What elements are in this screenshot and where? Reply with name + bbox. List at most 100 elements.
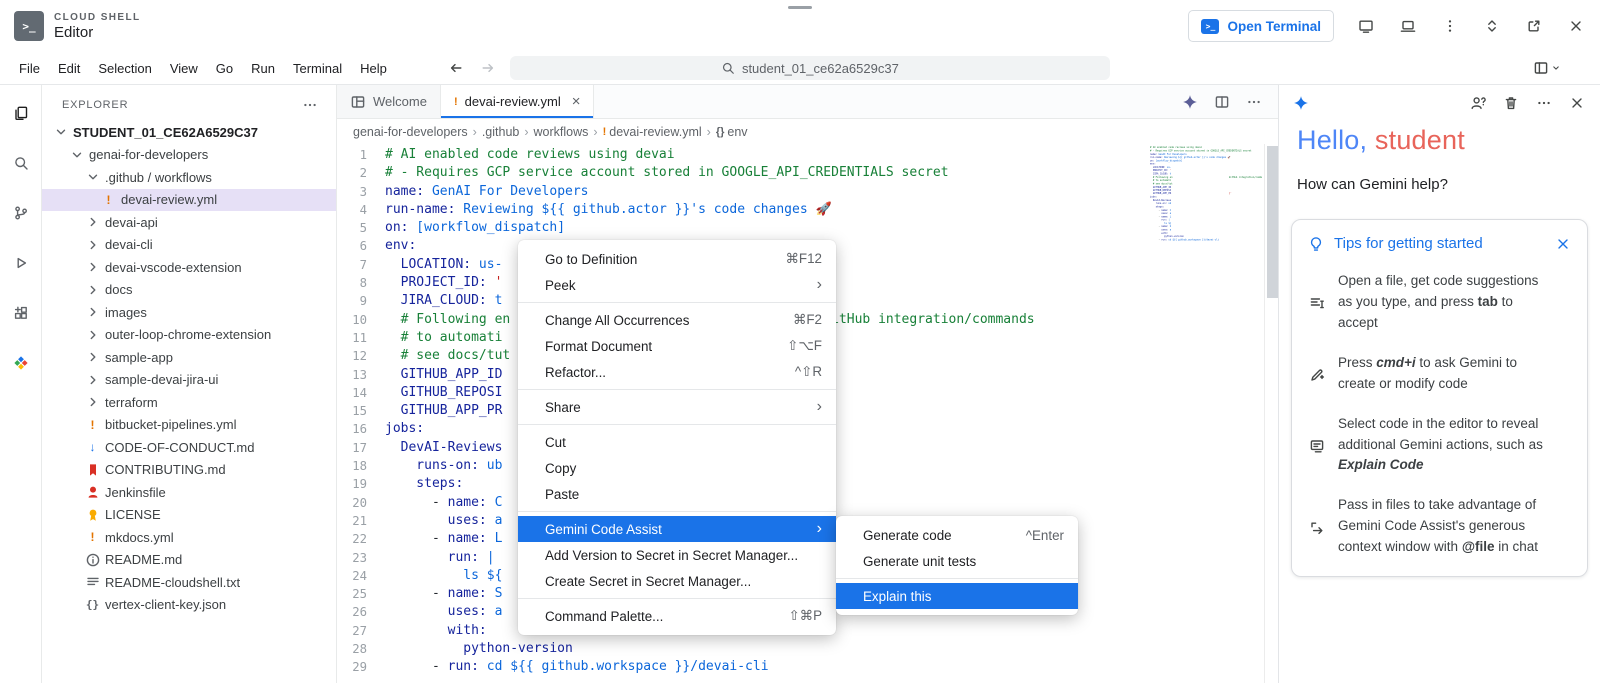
activity-search-icon[interactable] bbox=[9, 151, 33, 175]
tree-item-label: STUDENT_01_CE62A6529C37 bbox=[73, 125, 258, 140]
tree-file-readme-cloudshell-txt[interactable]: README-cloudshell.txt bbox=[42, 571, 336, 594]
context-item-create-secret-in-secret-manager[interactable]: Create Secret in Secret Manager... bbox=[518, 568, 836, 594]
tree-folder-devai-api[interactable]: devai-api bbox=[42, 211, 336, 234]
context-item-paste[interactable]: Paste bbox=[518, 481, 836, 507]
breadcrumb-item-devai-review-yml[interactable]: !devai-review.yml bbox=[603, 125, 702, 139]
header-icon-group bbox=[1356, 16, 1586, 36]
tree-folder-student-01-ce62a6529c37[interactable]: STUDENT_01_CE62A6529C37 bbox=[42, 121, 336, 144]
tab-devai-review-yml[interactable]: !devai-review.yml× bbox=[441, 85, 595, 118]
close-icon[interactable] bbox=[1566, 16, 1586, 36]
tree-file-mkdocs-yml[interactable]: !mkdocs.yml bbox=[42, 526, 336, 549]
feedback-icon[interactable] bbox=[1469, 94, 1487, 112]
tree-file-code-of-conduct-md[interactable]: ↓CODE-OF-CONDUCT.md bbox=[42, 436, 336, 459]
context-item-label: Add Version to Secret in Secret Manager.… bbox=[545, 548, 822, 563]
context-item-peek[interactable]: Peek› bbox=[518, 272, 836, 298]
layout-control[interactable] bbox=[1533, 60, 1590, 76]
breadcrumb-item-env[interactable]: {}env bbox=[716, 125, 748, 139]
resize-icon[interactable] bbox=[1482, 16, 1502, 36]
context-item-explain-this[interactable]: Explain this bbox=[836, 583, 1078, 609]
tree-folder-images[interactable]: images bbox=[42, 301, 336, 324]
context-item-format-document[interactable]: Format Document⇧⌥F bbox=[518, 333, 836, 359]
tip-text: Select code in the editor to reveal addi… bbox=[1338, 414, 1551, 477]
activity-extensions-icon[interactable] bbox=[9, 301, 33, 325]
tree-folder-devai-cli[interactable]: devai-cli bbox=[42, 234, 336, 257]
forward-icon[interactable] bbox=[480, 60, 496, 76]
context-item-change-all-occurrences[interactable]: Change All Occurrences⌘F2 bbox=[518, 307, 836, 333]
context-item-shortcut: ⌘F12 bbox=[786, 251, 822, 267]
breadcrumb-item-github[interactable]: .github bbox=[482, 125, 520, 139]
context-item-cut[interactable]: Cut bbox=[518, 429, 836, 455]
scrollbar-thumb[interactable] bbox=[1267, 146, 1278, 298]
minimap[interactable]: # AI enabled code reviews using devai# -… bbox=[1150, 146, 1262, 683]
menu-help[interactable]: Help bbox=[351, 56, 396, 81]
open-terminal-label: Open Terminal bbox=[1227, 19, 1321, 34]
tree-folder-sample-app[interactable]: sample-app bbox=[42, 346, 336, 369]
tree-file-readme-md[interactable]: README.md bbox=[42, 549, 336, 572]
breadcrumb-item-genai-for-developers[interactable]: genai-for-developers bbox=[353, 125, 468, 139]
tree-folder-outer-loop-chrome-extension[interactable]: outer-loop-chrome-extension bbox=[42, 324, 336, 347]
tree-folder-sample-devai-jira-ui[interactable]: sample-devai-jira-ui bbox=[42, 369, 336, 392]
tree-folder-genai-for-developers[interactable]: genai-for-developers bbox=[42, 144, 336, 167]
chevron-right-icon bbox=[84, 349, 101, 365]
context-item-add-version-to-secret-in-secret-manager[interactable]: Add Version to Secret in Secret Manager.… bbox=[518, 542, 836, 568]
web-preview-icon[interactable] bbox=[1356, 16, 1376, 36]
tree-folder-github-workflows[interactable]: .github / workflows bbox=[42, 166, 336, 189]
more-options-icon[interactable] bbox=[1535, 94, 1553, 112]
split-editor-icon[interactable] bbox=[1214, 94, 1230, 110]
menu-file[interactable]: File bbox=[10, 56, 49, 81]
activity-gemini-icon[interactable] bbox=[9, 351, 33, 375]
tab-welcome[interactable]: Welcome bbox=[337, 85, 441, 118]
window-drag-handle[interactable] bbox=[788, 6, 812, 9]
back-icon[interactable] bbox=[448, 60, 464, 76]
code-text: - name: L bbox=[385, 530, 502, 548]
activity-source-control-icon[interactable] bbox=[9, 201, 33, 225]
gemini-sparkle-icon[interactable] bbox=[1182, 94, 1198, 110]
tree-file-bitbucket-pipelines-yml[interactable]: !bitbucket-pipelines.yml bbox=[42, 414, 336, 437]
vertical-scrollbar[interactable] bbox=[1264, 144, 1278, 683]
menu-run[interactable]: Run bbox=[242, 56, 284, 81]
context-item-command-palette[interactable]: Command Palette...⇧⌘P bbox=[518, 603, 836, 629]
tree-file-contributing-md[interactable]: CONTRIBUTING.md bbox=[42, 459, 336, 482]
tree-folder-devai-vscode-extension[interactable]: devai-vscode-extension bbox=[42, 256, 336, 279]
context-item-refactor[interactable]: Refactor...^⇧R bbox=[518, 359, 836, 385]
tree-folder-docs[interactable]: docs bbox=[42, 279, 336, 302]
menu-go[interactable]: Go bbox=[207, 56, 242, 81]
tree-file-license[interactable]: LICENSE bbox=[42, 504, 336, 527]
open-in-new-window-icon[interactable] bbox=[1524, 16, 1544, 36]
explorer-more-actions-icon[interactable] bbox=[302, 97, 318, 113]
breadcrumb-item-workflows[interactable]: workflows bbox=[534, 125, 589, 139]
menu-view[interactable]: View bbox=[161, 56, 207, 81]
code-text: - name: C bbox=[385, 494, 502, 512]
context-item-copy[interactable]: Copy bbox=[518, 455, 836, 481]
tree-folder-terraform[interactable]: terraform bbox=[42, 391, 336, 414]
close-tips-icon[interactable] bbox=[1555, 236, 1571, 252]
more-options-icon[interactable] bbox=[1440, 16, 1460, 36]
activity-explorer-icon[interactable] bbox=[9, 101, 33, 125]
line-number: 17 bbox=[337, 439, 385, 457]
tree-item-label: genai-for-developers bbox=[89, 147, 208, 162]
activity-run-debug-icon[interactable] bbox=[9, 251, 33, 275]
context-item-share[interactable]: Share› bbox=[518, 394, 836, 420]
tree-item-label: README.md bbox=[105, 552, 182, 567]
tab-label: devai-review.yml bbox=[465, 94, 561, 109]
open-terminal-button[interactable]: >_ Open Terminal bbox=[1188, 10, 1334, 42]
tree-file-vertex-client-key-json[interactable]: {}vertex-client-key.json bbox=[42, 594, 336, 617]
close-tab-icon[interactable]: × bbox=[572, 93, 581, 110]
context-item-generate-unit-tests[interactable]: Generate unit tests bbox=[836, 548, 1078, 574]
close-panel-icon[interactable] bbox=[1568, 94, 1586, 112]
tree-file-devai-review-yml[interactable]: !devai-review.yml bbox=[42, 189, 336, 212]
menu-terminal[interactable]: Terminal bbox=[284, 56, 351, 81]
tree-file-jenkinsfile[interactable]: Jenkinsfile bbox=[42, 481, 336, 504]
menu-edit[interactable]: Edit bbox=[49, 56, 89, 81]
context-item-gemini-code-assist[interactable]: Gemini Code Assist› bbox=[518, 516, 836, 542]
delete-chat-icon[interactable] bbox=[1502, 94, 1520, 112]
context-item-shortcut: ⌘F2 bbox=[793, 312, 822, 328]
editor-more-actions-icon[interactable] bbox=[1246, 94, 1262, 110]
search-input[interactable]: student_01_ce62a6529c37 bbox=[510, 56, 1110, 80]
context-item-go-to-definition[interactable]: Go to Definition⌘F12 bbox=[518, 246, 836, 272]
menu-selection[interactable]: Selection bbox=[89, 56, 160, 81]
toggle-panel-icon[interactable] bbox=[1398, 16, 1418, 36]
context-item-generate-code[interactable]: Generate code^Enter bbox=[836, 522, 1078, 548]
line-number: 14 bbox=[337, 384, 385, 402]
explorer-sidebar: EXPLORER STUDENT_01_CE62A6529C37genai-fo… bbox=[42, 85, 337, 683]
